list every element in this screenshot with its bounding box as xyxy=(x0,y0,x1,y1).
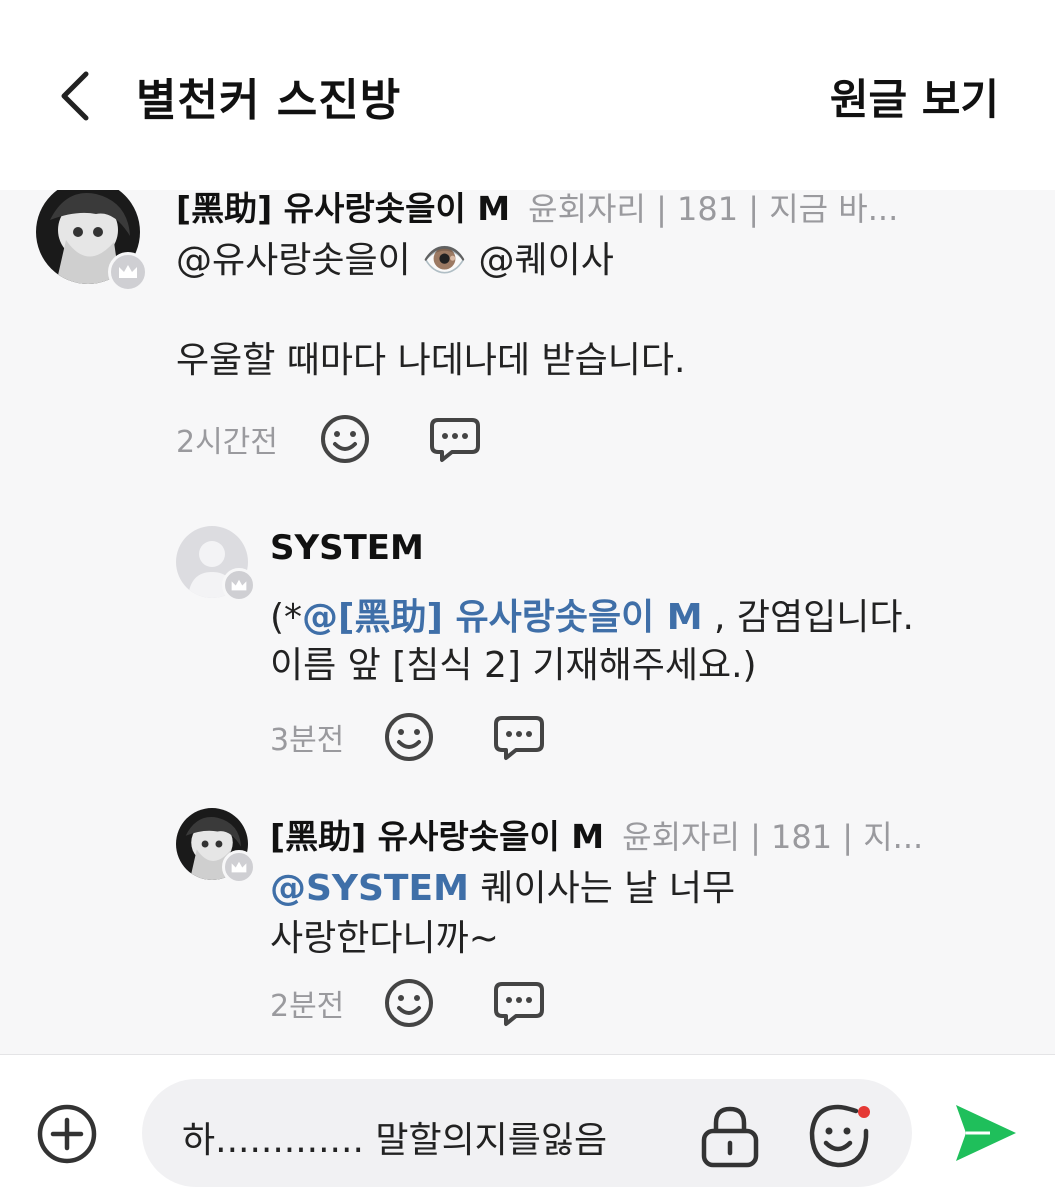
comment-body: @유사랑솟을이 👁️ @퀘이사 xyxy=(176,236,614,286)
speech-bubble-icon xyxy=(494,716,545,760)
comment-line: @SYSTEM 퀘이사는 날 너무 xyxy=(270,864,970,914)
react-button[interactable] xyxy=(382,976,436,1030)
lock-icon xyxy=(701,1106,759,1168)
comment-line: 사랑한다니까~ xyxy=(270,918,499,959)
comment-actions: 3분전 xyxy=(270,710,546,764)
smile-icon xyxy=(385,979,434,1027)
author-meta: 윤회자리 | 181 | 지... xyxy=(622,818,924,856)
comment-thread: [黑助] 유사랑솟을이 M 윤회자리 | 181 | 지금 바... @유사랑솟… xyxy=(0,190,1055,1054)
top-bar: 별천커 스진방 원글 보기 xyxy=(0,0,1055,190)
eye-emoji: 👁️ xyxy=(422,240,468,281)
send-button[interactable] xyxy=(950,1101,1020,1165)
comment-text: 우울할 때마다 나데나데 받습니다. xyxy=(176,340,686,381)
speech-bubble-icon xyxy=(494,982,545,1026)
comment-header: SYSTEM xyxy=(270,528,424,568)
comment-composer: 하............. 말할의지를잃음 xyxy=(0,1054,1055,1200)
reply-item: SYSTEM (*@[黑助] 유사랑솟을이 M , 감염입니다. 이름 앞 [침… xyxy=(0,514,1055,774)
mention-link[interactable]: @[黑助] 유사랑솟을이 M xyxy=(302,597,703,638)
mention-link[interactable]: @SYSTEM xyxy=(270,868,469,909)
mention-link[interactable]: @유사랑솟을이 xyxy=(176,240,411,281)
crown-icon xyxy=(231,579,247,590)
add-attachment-button[interactable] xyxy=(36,1103,98,1165)
avatar[interactable] xyxy=(176,808,256,884)
react-button[interactable] xyxy=(382,710,436,764)
smile-icon xyxy=(385,713,434,761)
timestamp: 3분전 xyxy=(270,723,345,758)
avatar[interactable] xyxy=(176,526,256,602)
author-meta: 윤회자리 | 181 | 지금 바... xyxy=(528,190,899,228)
author-name[interactable]: SYSTEM xyxy=(270,528,424,568)
comment-actions: 2분전 xyxy=(270,976,546,1030)
comment-line: 이름 앞 [침식 2] 기재해주세요.) xyxy=(270,645,757,686)
react-button[interactable] xyxy=(318,412,372,466)
comment-header: [黑助] 유사랑솟을이 M 윤회자리 | 181 | 지... xyxy=(270,810,1000,858)
comment-input[interactable]: 하............. 말할의지를잃음 xyxy=(142,1079,912,1187)
chevron-left-icon xyxy=(61,71,89,121)
plus-circle-icon xyxy=(37,1104,97,1164)
avatar[interactable] xyxy=(36,190,148,292)
notification-dot xyxy=(858,1106,870,1118)
emoji-button[interactable] xyxy=(806,1103,874,1169)
emoji-icon xyxy=(809,1104,870,1168)
text-prefix: (* xyxy=(270,597,303,638)
reply-button[interactable] xyxy=(492,710,546,764)
comment-body: @SYSTEM 퀘이사는 날 너무 사랑한다니까~ xyxy=(270,864,970,964)
mention-link[interactable]: @퀘이사 xyxy=(478,240,613,281)
timestamp: 2시간전 xyxy=(176,425,278,460)
crown-icon xyxy=(231,861,247,872)
author-name[interactable]: [黑助] 유사랑솟을이 M xyxy=(270,810,604,858)
comment-actions: 2시간전 xyxy=(176,412,482,466)
smile-icon xyxy=(320,415,369,463)
comment-body: (*@[黑助] 유사랑솟을이 M , 감염입니다. 이름 앞 [침식 2] 기재… xyxy=(270,594,1030,690)
comment-line: (*@[黑助] 유사랑솟을이 M , 감염입니다. xyxy=(270,594,1030,642)
crown-icon xyxy=(119,265,137,278)
comment-input-value[interactable]: 하............. 말할의지를잃음 xyxy=(182,1111,607,1163)
secret-comment-button[interactable] xyxy=(698,1103,762,1169)
comment-item: [黑助] 유사랑솟을이 M 윤회자리 | 181 | 지금 바... @유사랑솟… xyxy=(0,190,1055,490)
page-title: 별천커 스진방 xyxy=(136,75,402,126)
comment-header: [黑助] 유사랑솟을이 M 윤회자리 | 181 | 지금 바... xyxy=(176,190,1006,230)
crown-badge xyxy=(108,252,148,292)
text-segment: , 감염입니다. xyxy=(702,597,914,638)
reply-button[interactable] xyxy=(428,412,482,466)
send-icon xyxy=(956,1105,1016,1161)
timestamp: 2분전 xyxy=(270,989,345,1024)
back-button[interactable] xyxy=(44,66,104,126)
crown-badge xyxy=(222,568,256,602)
speech-bubble-icon xyxy=(429,418,480,462)
author-name[interactable]: [黑助] 유사랑솟을이 M xyxy=(176,190,510,230)
reply-button[interactable] xyxy=(492,976,546,1030)
reply-item: [黑助] 유사랑솟을이 M 윤회자리 | 181 | 지... @SYSTEM … xyxy=(0,804,1055,1054)
view-original-button[interactable]: 원글 보기 xyxy=(830,66,999,127)
crown-badge xyxy=(222,850,256,884)
text-segment: 퀘이사는 날 너무 xyxy=(468,868,736,909)
